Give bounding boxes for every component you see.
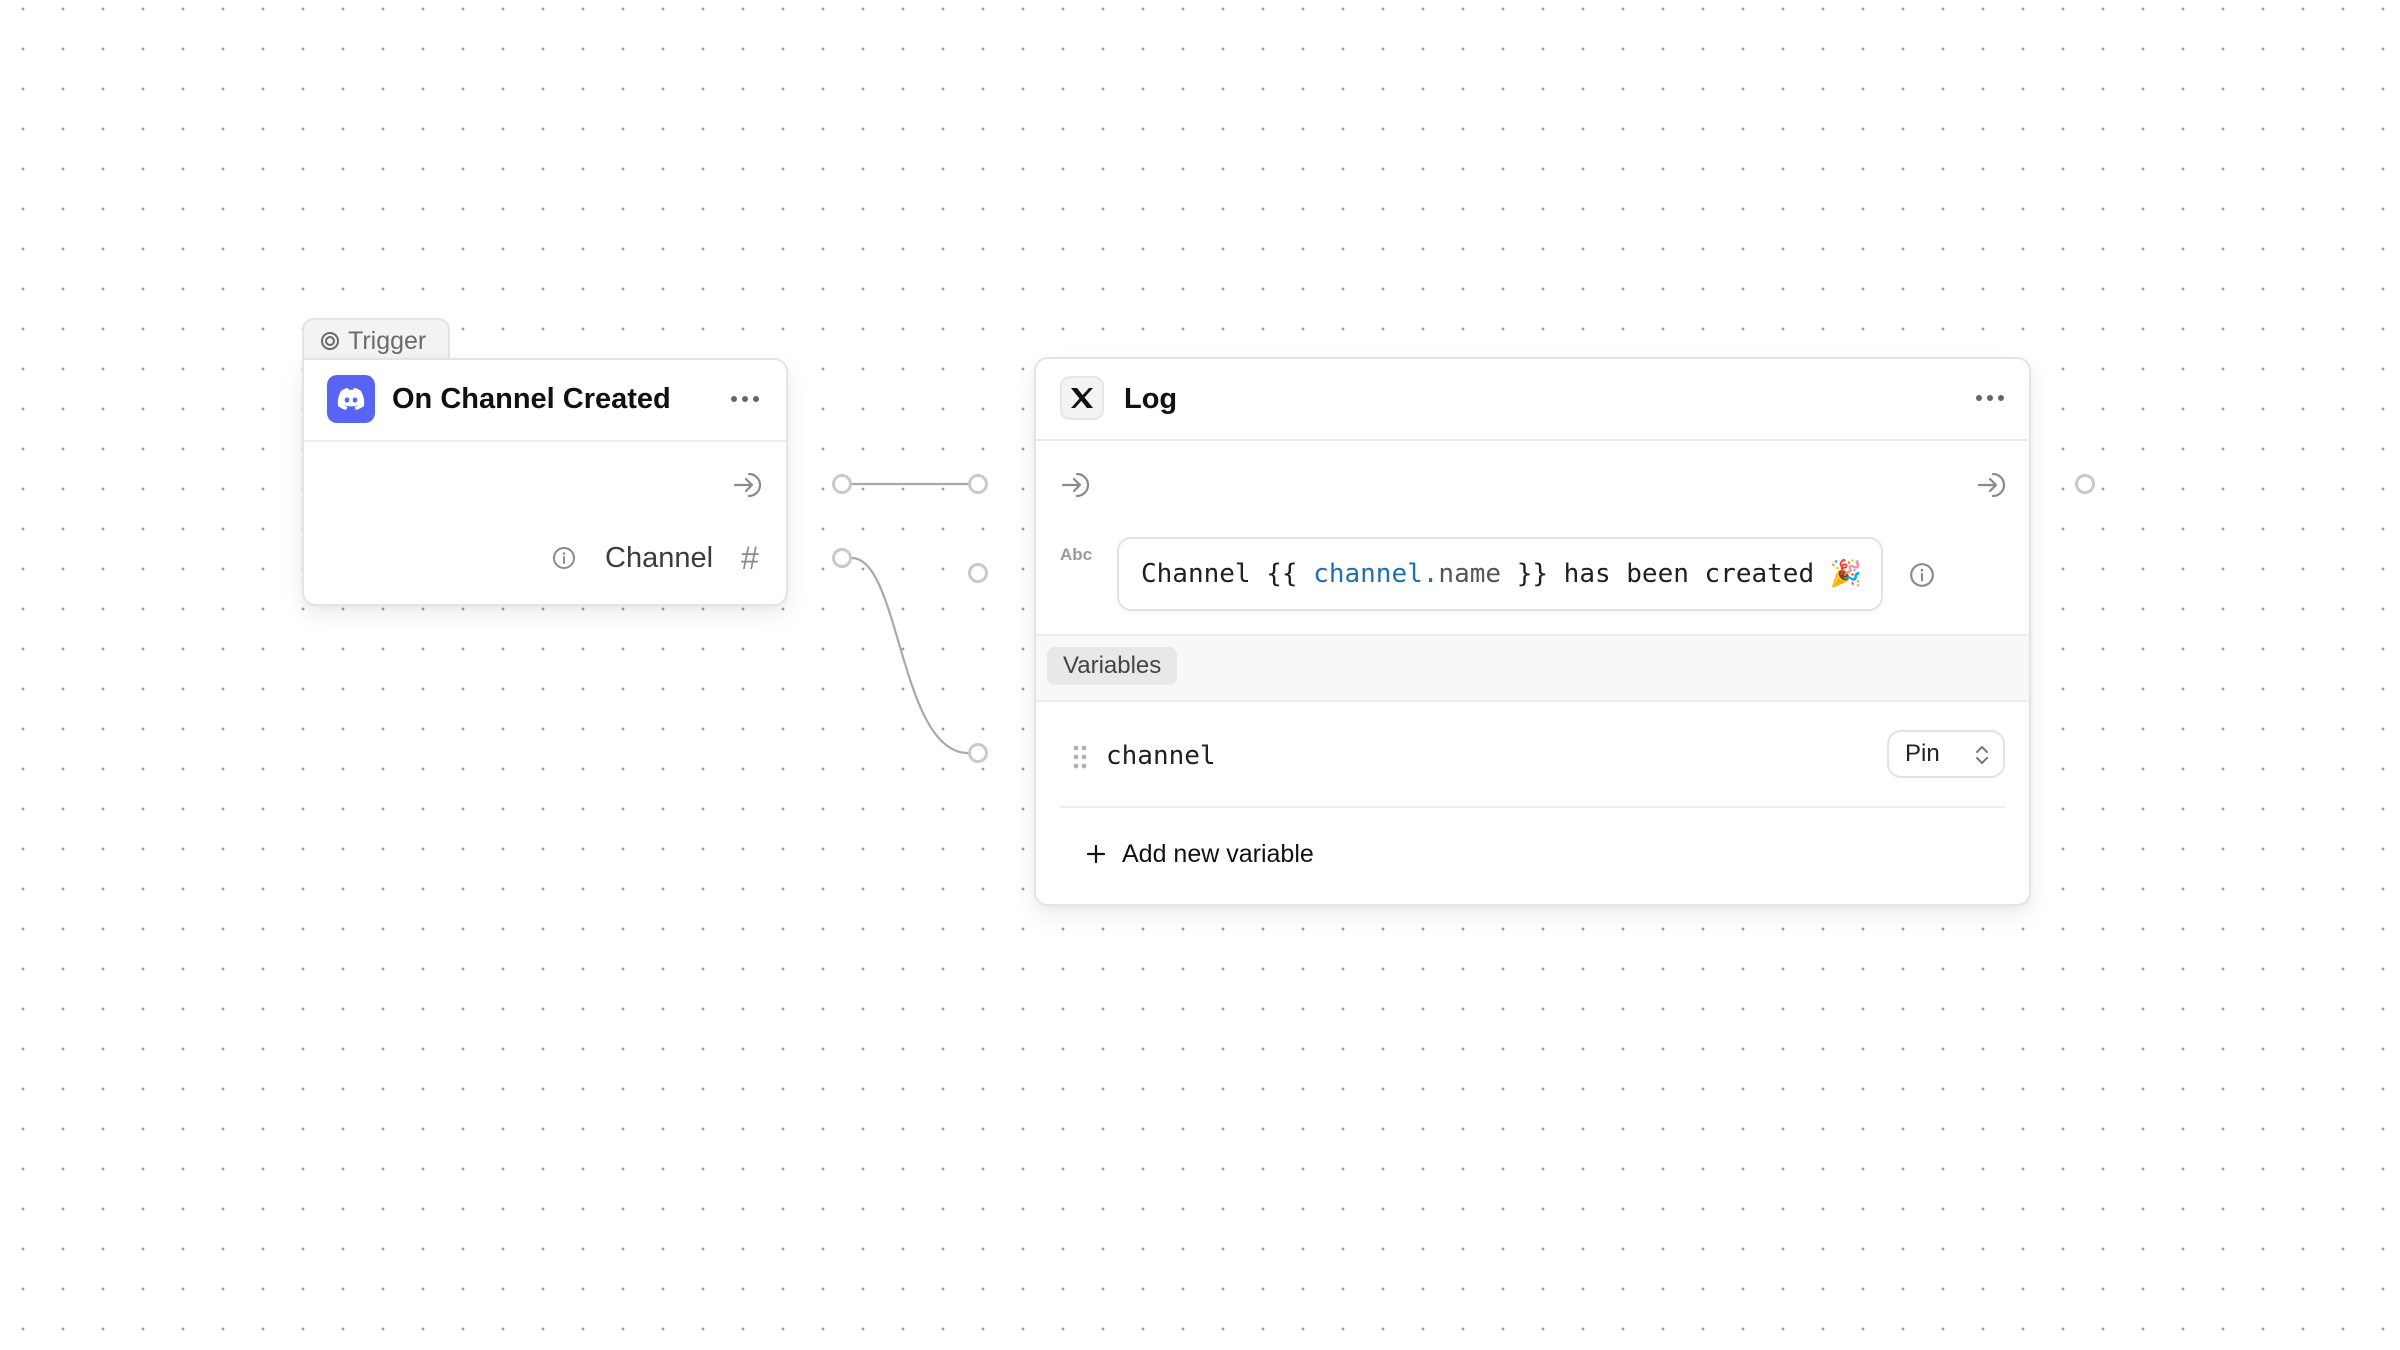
more-horizontal-icon[interactable] (1976, 395, 2004, 401)
message-text-suffix: }} has been created (1501, 559, 1830, 589)
template-var-dot: . (1422, 559, 1439, 589)
variables-section-header: Variables (1036, 636, 2029, 702)
party-popper-icon: 🎉 (1829, 559, 1863, 589)
log-node-header[interactable]: Log (1036, 359, 2029, 441)
x-logo-icon (1060, 376, 1104, 420)
message-text-prefix: Channel {{ (1141, 559, 1314, 589)
drag-handle-icon[interactable] (1072, 744, 1088, 770)
plus-icon (1086, 844, 1106, 864)
info-icon[interactable] (1909, 562, 1935, 588)
variable-row[interactable]: channel Pin (1060, 702, 2005, 808)
message-input-row: Abc Channel {{ channel. name }} has been … (1036, 489, 2029, 636)
log-node[interactable]: Log Abc Channel {{ channel. name }} has b… (1034, 357, 2031, 906)
template-var-prop: name (1438, 559, 1502, 589)
string-type-badge: Abc (1060, 545, 1093, 564)
add-variable-label: Add new variable (1122, 839, 1314, 868)
log-exec-output-handle[interactable] (2075, 474, 2095, 494)
log-exec-input-handle[interactable] (968, 474, 988, 494)
variables-label: Variables (1047, 647, 1178, 685)
log-message-input-handle[interactable] (968, 563, 988, 583)
add-variable-button[interactable]: Add new variable (1086, 834, 1314, 874)
template-var-object: channel (1313, 559, 1423, 589)
connection-channel (851, 556, 969, 755)
variable-mode-select[interactable]: Pin (1887, 730, 2005, 778)
log-node-title: Log (1124, 383, 1178, 415)
trigger-exec-output-handle[interactable] (832, 474, 852, 494)
log-variable-channel-handle[interactable] (968, 743, 988, 763)
trigger-channel-output-handle[interactable] (832, 548, 852, 568)
message-input[interactable]: Channel {{ channel. name }} has been crea… (1117, 537, 1883, 611)
variable-mode-value: Pin (1905, 740, 1940, 767)
variable-name: channel (1106, 741, 1216, 771)
chevron-up-down-icon (1976, 746, 1988, 764)
